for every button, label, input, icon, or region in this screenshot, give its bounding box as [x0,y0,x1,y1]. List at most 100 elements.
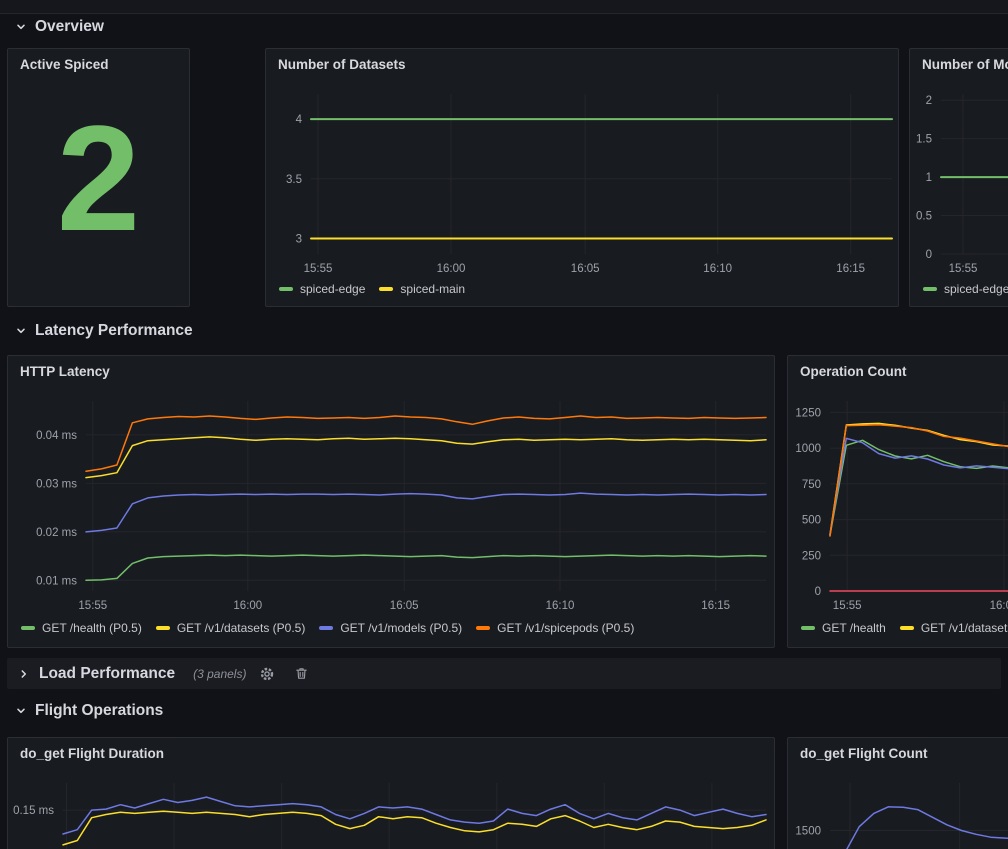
trash-icon[interactable] [288,663,314,685]
panel-count-label: (3 panels) [193,667,246,681]
legend-swatch [476,626,490,630]
section-title: Latency Performance [35,322,193,340]
y-tick-label: 0.04 ms [36,430,77,442]
y-tick-label: 1250 [795,407,821,419]
chart-canvas[interactable]: 02505007501000125015:5516:0016:0516:1016… [788,356,1008,623]
y-tick-label: 1000 [795,443,821,455]
grafana-dashboard: Overview Active Spiced 2 Number of Datas… [0,0,1008,849]
y-tick-label: 2 [926,95,932,107]
panel-do-get-flight-count: do_get Flight Count 1500 [787,737,1008,849]
y-tick-label: 0 [926,249,932,261]
legend-item[interactable]: GET /v1/datasets [900,621,1008,635]
y-tick-label: 4 [296,114,303,126]
y-tick-label: 1 [926,172,932,184]
legend-label: GET /v1/datasets (P0.5) [177,621,306,635]
x-tick-label: 16:15 [836,263,865,275]
x-tick-label: 16:10 [546,600,575,612]
legend-swatch [900,626,914,630]
legend-item[interactable]: GET /health [801,621,886,635]
legend-item[interactable]: spiced-edge [923,282,1008,296]
panel-number-of-models: Number of Models 00.511.5215:5516:0016:0… [909,48,1008,307]
legend-label: GET /v1/spicepods (P0.5) [497,621,634,635]
legend-swatch [379,287,393,291]
x-tick-label: 16:00 [990,600,1008,612]
chevron-down-icon [14,324,28,338]
y-tick-label: 3.5 [286,174,302,186]
series-line [830,423,1008,534]
section-header-overview[interactable]: Overview [14,12,104,42]
legend-swatch [923,287,937,291]
chart-svg: 33.5415:5516:0016:0516:1016:15 [266,49,899,279]
legend-label: spiced-edge [944,282,1008,296]
panel-number-of-datasets: Number of Datasets 33.5415:5516:0016:051… [265,48,899,307]
legend-label: GET /v1/datasets [921,621,1008,635]
y-tick-label: 3 [296,234,302,246]
legend-swatch [156,626,170,630]
section-header-latency-performance[interactable]: Latency Performance [14,316,193,346]
x-tick-label: 16:00 [437,263,466,275]
legend-item[interactable]: spiced-edge [279,282,365,296]
y-tick-label: 0.5 [916,211,932,223]
y-tick-label: 250 [802,550,821,562]
chevron-right-icon [17,667,31,681]
chart-legend: GET /healthGET /v1/datasetsGET /v1/model… [801,618,1008,638]
series-line [830,807,1008,849]
legend-swatch [21,626,35,630]
panel-operation-count: Operation Count 02505007501000125015:551… [787,355,1008,648]
legend-label: GET /health [822,621,886,635]
chart-svg: 1500 [788,738,1008,849]
chart-canvas[interactable]: 1500 [788,738,1008,849]
chart-svg: 00.511.5215:5516:0016:0516:1016:15 [910,49,1008,279]
legend-item[interactable]: spiced-main [379,282,465,296]
chart-canvas[interactable]: 33.5415:5516:0016:0516:1016:15 [266,49,899,284]
legend-item[interactable]: GET /v1/spicepods (P0.5) [476,621,634,635]
chart-legend: spiced-edge [923,279,1008,299]
y-tick-label: 0.03 ms [36,478,77,490]
gear-icon[interactable] [254,663,280,685]
legend-swatch [279,287,293,291]
x-tick-label: 15:55 [833,600,862,612]
section-header-load-performance[interactable]: Load Performance (3 panels) [7,658,1001,689]
x-tick-label: 15:55 [949,263,978,275]
y-tick-label: 1.5 [916,134,932,146]
chart-svg: 02505007501000125015:5516:0016:0516:1016… [788,356,1008,618]
y-tick-label: 750 [802,479,821,491]
series-line [86,437,766,478]
panel-do-get-flight-duration: do_get Flight Duration 0.15 ms [7,737,775,849]
chart-canvas[interactable]: 0.01 ms0.02 ms0.03 ms0.04 ms15:5516:0016… [8,356,775,623]
chart-canvas[interactable]: 00.511.5215:5516:0016:0516:1016:15 [910,49,1008,284]
series-line [86,493,766,532]
section-header-flight-operations[interactable]: Flight Operations [14,696,163,726]
panel-active-spiced: Active Spiced 2 [7,48,190,307]
y-tick-label: 0.01 ms [36,575,77,587]
series-line [63,797,766,834]
section-title: Overview [35,18,104,36]
legend-label: GET /v1/models (P0.5) [340,621,462,635]
chart-svg: 0.15 ms [8,738,775,849]
x-tick-label: 16:15 [701,600,730,612]
section-title: Load Performance [39,665,175,683]
legend-label: spiced-edge [300,282,365,296]
legend-swatch [801,626,815,630]
x-tick-label: 15:55 [78,600,107,612]
series-line [86,416,766,471]
legend-swatch [319,626,333,630]
legend-label: GET /health (P0.5) [42,621,142,635]
chevron-down-icon [14,20,28,34]
chart-svg: 0.01 ms0.02 ms0.03 ms0.04 ms15:5516:0016… [8,356,775,618]
legend-item[interactable]: GET /health (P0.5) [21,621,142,635]
legend-item[interactable]: GET /v1/models (P0.5) [319,621,462,635]
y-tick-label: 0.02 ms [36,527,77,539]
series-line [63,811,766,845]
chevron-down-icon [14,704,28,718]
series-line [830,440,1008,535]
x-tick-label: 16:05 [390,600,419,612]
section-title: Flight Operations [35,702,163,720]
legend-item[interactable]: GET /v1/datasets (P0.5) [156,621,306,635]
chart-legend: GET /health (P0.5) GET /v1/datasets (P0.5… [21,618,770,638]
stat-value: 2 [8,49,189,306]
chart-canvas[interactable]: 0.15 ms [8,738,775,849]
y-tick-label: 0.15 ms [13,805,54,817]
y-tick-label: 0 [815,586,821,598]
top-bar [0,0,1008,14]
